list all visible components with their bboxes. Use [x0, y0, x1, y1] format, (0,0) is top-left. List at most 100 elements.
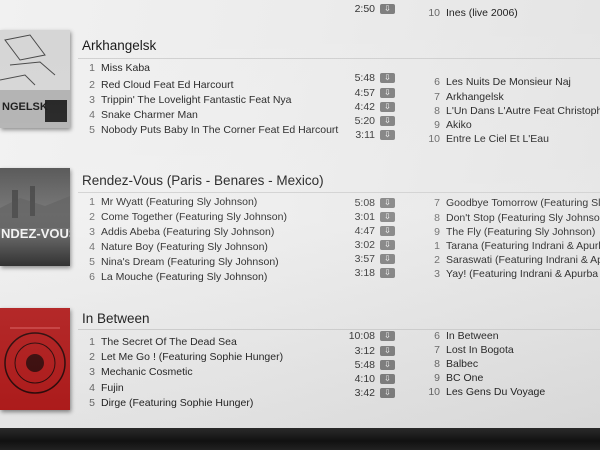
icloud-download-icon[interactable]: ⇩	[380, 331, 395, 341]
track-title: Akiko	[446, 119, 472, 131]
track-row[interactable]: 1 The Secret Of The Dead Sea	[82, 336, 237, 348]
track-row[interactable]: 10 Ines (live 2006)	[426, 7, 517, 19]
album-cover[interactable]: NDEZ-VOUS	[0, 168, 70, 266]
track-title: Arkhangelsk	[446, 91, 504, 103]
track-row[interactable]: 6 In Between	[426, 330, 498, 342]
track-title: Mr Wyatt (Featuring Sly Johnson)	[101, 196, 258, 208]
track-row[interactable]: 2 Come Together (Featuring Sly Johnson)	[82, 211, 287, 223]
icloud-download-icon[interactable]: ⇩	[380, 130, 395, 140]
album-title[interactable]: Rendez-Vous (Paris - Benares - Mexico)	[82, 173, 324, 188]
track-number: 5	[89, 256, 95, 268]
icloud-download-icon[interactable]: ⇩	[380, 116, 395, 126]
track-number: 7	[434, 91, 440, 103]
track-title: Mechanic Cosmetic	[101, 366, 193, 378]
icloud-download-icon[interactable]: ⇩	[380, 212, 395, 222]
track-row[interactable]: 3 Addis Abeba (Featuring Sly Johnson)	[82, 226, 274, 238]
track-row[interactable]: 3 Mechanic Cosmetic	[82, 366, 193, 378]
cover-art: NGELSK	[0, 30, 70, 128]
track-title: Don't Stop (Featuring Sly Johnson)	[446, 212, 600, 224]
track-title: Nina's Dream (Featuring Sly Johnson)	[101, 256, 279, 268]
track-number: 8	[434, 105, 440, 117]
album-title[interactable]: In Between	[82, 311, 150, 326]
icloud-download-icon[interactable]: ⇩	[380, 240, 395, 250]
track-number: 1	[89, 196, 95, 208]
track-title: The Secret Of The Dead Sea	[101, 336, 237, 348]
monitor-bezel	[0, 428, 600, 450]
track-title: BC One	[446, 372, 484, 384]
album-title[interactable]: Arkhangelsk	[82, 38, 156, 53]
track-duration: 3:42	[354, 387, 375, 399]
album-cover[interactable]	[0, 308, 70, 410]
track-row[interactable]: 5 Nina's Dream (Featuring Sly Johnson)	[82, 256, 279, 268]
cover-title-text: NDEZ-VOUS	[1, 226, 70, 241]
track-row[interactable]: 8 Balbec	[426, 358, 478, 370]
track-row[interactable]: 2 Let Me Go ! (Featuring Sophie Hunger)	[82, 351, 283, 363]
track-row[interactable]: 10 Entre Le Ciel Et L'Eau	[426, 133, 549, 145]
track-duration: 4:47	[354, 225, 375, 237]
track-row[interactable]: 4 Fujin	[82, 382, 124, 394]
track-row[interactable]: 7 Goodbye Tomorrow (Featuring Sly Johnson…	[426, 197, 600, 209]
track-row[interactable]: 6 La Mouche (Featuring Sly Johnson)	[82, 271, 267, 283]
track-duration: 4:42	[354, 101, 375, 113]
track-title: Miss Kaba	[101, 62, 151, 74]
track-number: 9	[434, 119, 440, 131]
track-row[interactable]: 5 Nobody Puts Baby In The Corner Feat Ed …	[82, 124, 338, 136]
track-title: Les Gens Du Voyage	[446, 386, 546, 398]
track-row[interactable]: 3 Yay! (Featuring Indrani & Apurba Mukher…	[426, 268, 600, 280]
track-row[interactable]: 9 The Fly (Featuring Sly Johnson)	[426, 226, 595, 238]
track-number: 8	[434, 358, 440, 370]
album-list-screen: 2:50 ⇩ 10 Ines (live 2006) NGELSK Arkhang…	[0, 0, 600, 450]
track-row[interactable]: 7 Arkhangelsk	[426, 91, 504, 103]
icloud-download-icon[interactable]: ⇩	[380, 102, 395, 112]
icloud-download-icon[interactable]: ⇩	[380, 226, 395, 236]
track-number: 2	[89, 351, 95, 363]
icloud-download-icon[interactable]: ⇩	[380, 388, 395, 398]
icloud-download-icon[interactable]: ⇩	[380, 88, 395, 98]
track-row[interactable]: 9 BC One	[426, 372, 483, 384]
track-number: 3	[89, 94, 95, 106]
icloud-download-icon[interactable]: ⇩	[380, 360, 395, 370]
track-row[interactable]: 7 Lost In Bogota	[426, 344, 514, 356]
track-duration: 5:08	[354, 197, 375, 209]
track-number: 9	[434, 226, 440, 238]
track-number: 2	[89, 211, 95, 223]
track-row[interactable]: 1 Miss Kaba	[82, 62, 150, 74]
track-title: Goodbye Tomorrow (Featuring Sly Johnson)	[446, 197, 600, 209]
icloud-download-icon[interactable]: ⇩	[380, 4, 395, 14]
track-number: 7	[434, 344, 440, 356]
track-number: 2	[434, 254, 440, 266]
track-row[interactable]: 4 Snake Charmer Man	[82, 109, 198, 121]
track-row[interactable]: 8 Don't Stop (Featuring Sly Johnson)	[426, 212, 600, 224]
track-row[interactable]: 5 Dirge (Featuring Sophie Hunger)	[82, 397, 253, 409]
track-row[interactable]: 9 Akiko	[426, 119, 472, 131]
track-row[interactable]: 2 Saraswati (Featuring Indrani & Apurba M…	[426, 254, 600, 266]
track-title: Nature Boy (Featuring Sly Johnson)	[101, 241, 268, 253]
icloud-download-icon[interactable]: ⇩	[380, 268, 395, 278]
track-title: Let Me Go ! (Featuring Sophie Hunger)	[101, 351, 284, 363]
album-cover[interactable]: NGELSK	[0, 30, 70, 128]
track-title: Trippin' The Lovelight Fantastic Feat Ny…	[101, 94, 292, 106]
track-row[interactable]: 1 Mr Wyatt (Featuring Sly Johnson)	[82, 196, 257, 208]
icloud-download-icon[interactable]: ⇩	[380, 73, 395, 83]
track-row[interactable]: 4 Nature Boy (Featuring Sly Johnson)	[82, 241, 268, 253]
track-row[interactable]: 8 L'Un Dans L'Autre Feat Christophe	[426, 105, 600, 117]
icloud-download-icon[interactable]: ⇩	[380, 254, 395, 264]
track-row[interactable]: 6 Les Nuits De Monsieur Naj	[426, 76, 571, 88]
track-number: 3	[434, 268, 440, 280]
icloud-download-icon[interactable]: ⇩	[380, 374, 395, 384]
divider	[78, 192, 600, 193]
icloud-download-icon[interactable]: ⇩	[380, 198, 395, 208]
track-duration: 3:57	[354, 253, 375, 265]
track-row[interactable]: 10 Les Gens Du Voyage	[426, 386, 545, 398]
track-row[interactable]: 1 Tarana (Featuring Indrani & Apurba Mukh…	[426, 240, 600, 252]
track-title: Yay! (Featuring Indrani & Apurba Mukherj…	[446, 268, 600, 280]
track-duration: 10:08	[348, 330, 375, 342]
icloud-download-icon[interactable]: ⇩	[380, 346, 395, 356]
track-row[interactable]: 3 Trippin' The Lovelight Fantastic Feat N…	[82, 94, 292, 106]
track-title: Nobody Puts Baby In The Corner Feat Ed H…	[101, 124, 339, 136]
track-title: The Fly (Featuring Sly Johnson)	[446, 226, 596, 238]
track-row[interactable]: 2 Red Cloud Feat Ed Harcourt	[82, 79, 233, 91]
divider	[78, 58, 600, 59]
track-duration: 3:02	[354, 239, 375, 251]
track-title: Come Together (Featuring Sly Johnson)	[101, 211, 287, 223]
